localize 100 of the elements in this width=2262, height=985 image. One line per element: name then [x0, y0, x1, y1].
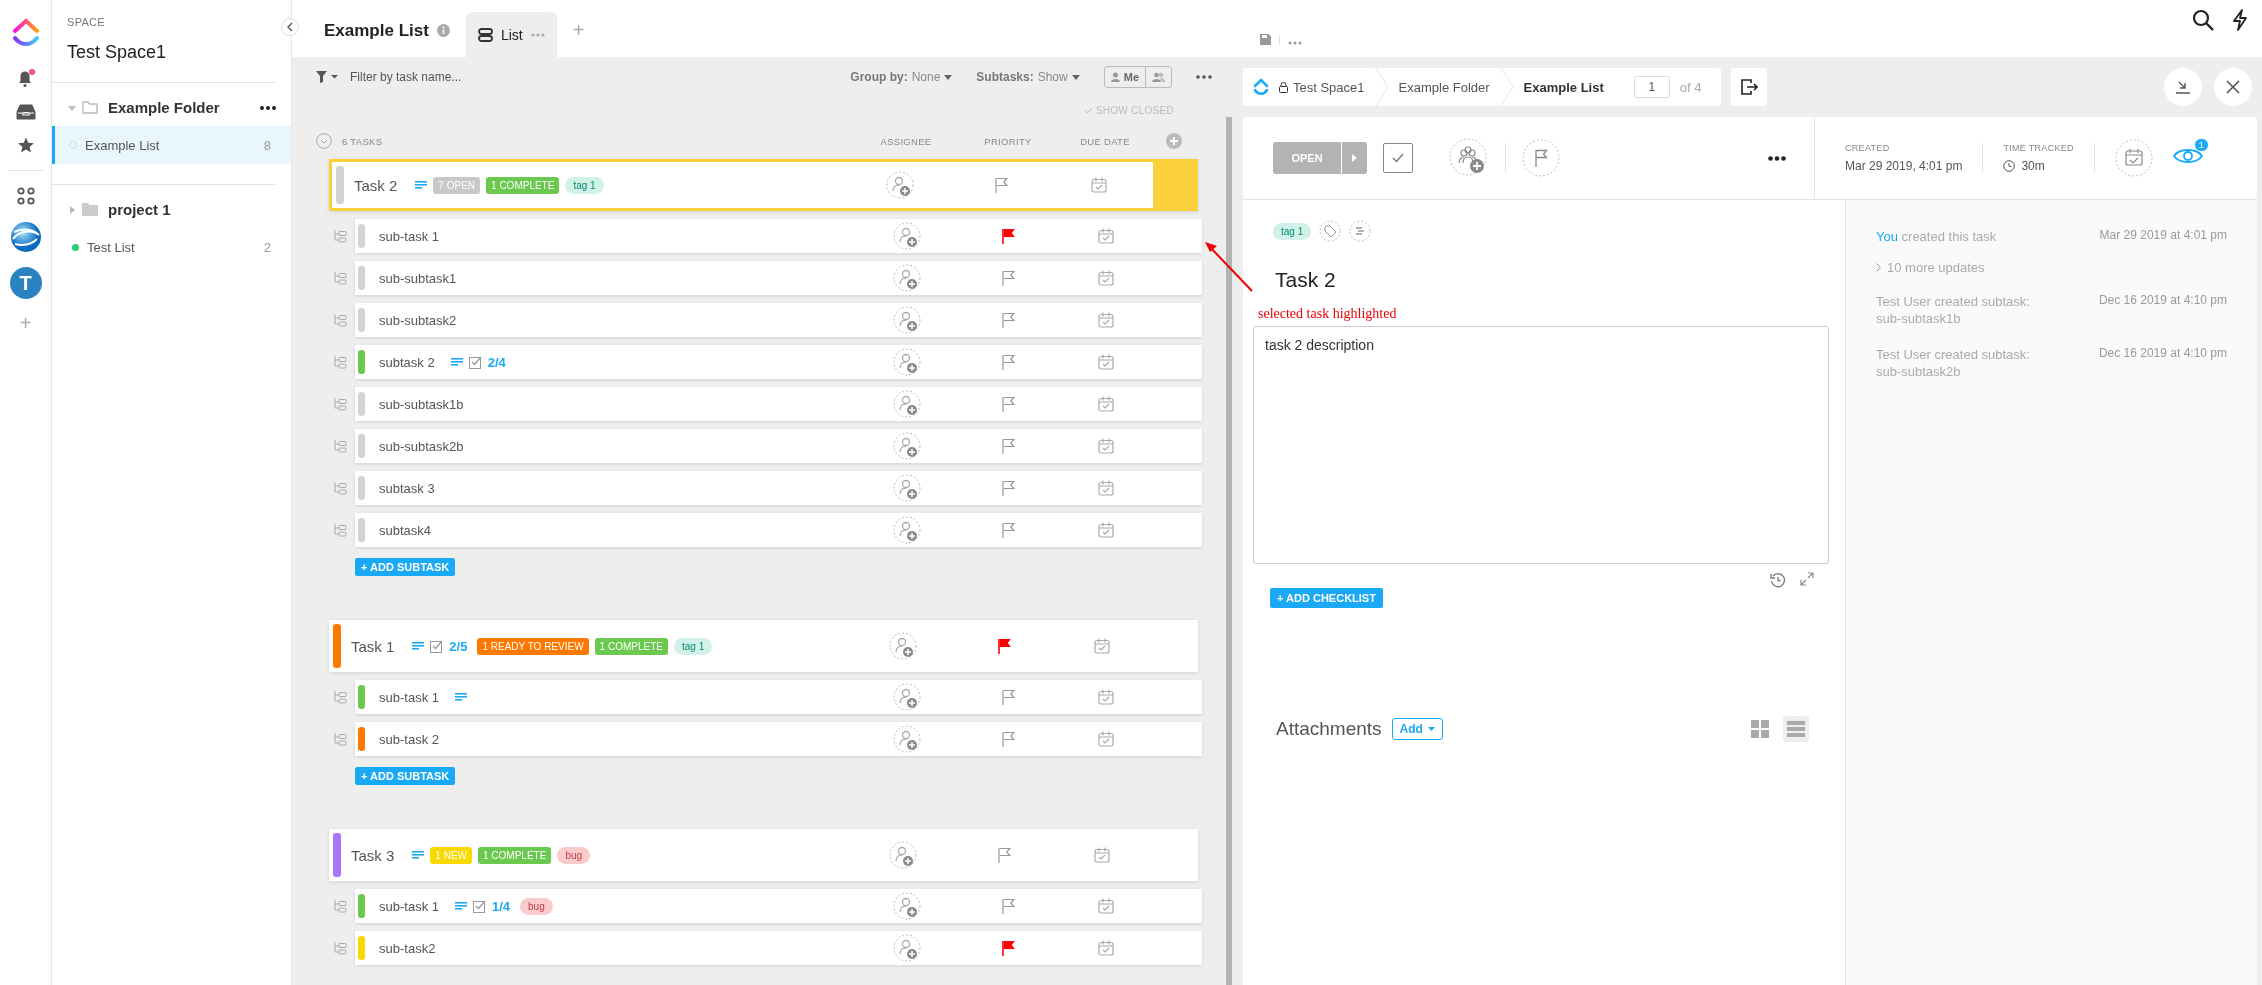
flag-icon[interactable] — [1002, 354, 1016, 370]
calendar-icon[interactable] — [1098, 898, 1114, 914]
filter-icon[interactable] — [316, 71, 338, 83]
folder-name[interactable]: Example Folder — [108, 99, 254, 116]
subtask-row[interactable]: sub-task 1 1/4 bug — [355, 889, 1202, 923]
subtask-row[interactable]: subtask 3 — [355, 471, 1202, 505]
add-assignee-icon[interactable] — [886, 171, 914, 199]
breadcrumb-link[interactable]: Example List — [1523, 79, 1604, 95]
lightning-icon[interactable] — [2232, 8, 2248, 31]
add-assignee-icon[interactable] — [893, 474, 921, 502]
subtask-name[interactable]: sub-task 2 — [379, 731, 439, 747]
flag-icon[interactable] — [1002, 312, 1016, 328]
save-icon[interactable] — [1260, 34, 1271, 45]
add-assignee-icon[interactable] — [889, 841, 917, 869]
group-by-dropdown[interactable]: Group by: None — [850, 70, 953, 84]
list-view-button[interactable] — [1783, 716, 1809, 742]
more-icon[interactable] — [260, 105, 276, 110]
calendar-icon[interactable] — [1098, 228, 1114, 244]
tag-label[interactable]: tag 1 — [673, 637, 713, 655]
sphere-icon[interactable] — [9, 221, 42, 253]
info-icon[interactable] — [436, 24, 450, 37]
tag-label[interactable]: bug — [520, 897, 553, 915]
breadcrumb-link[interactable]: Example Folder — [1398, 79, 1490, 95]
time-tracked-value[interactable]: 30m — [2021, 159, 2045, 173]
history-icon[interactable] — [1770, 572, 1786, 588]
filter-field[interactable]: Filter by task name... — [348, 69, 552, 85]
add-tag-icon[interactable] — [1319, 220, 1342, 242]
collapse-sidebar-button[interactable] — [281, 18, 299, 36]
calendar-icon[interactable] — [1094, 638, 1110, 654]
flag-icon[interactable] — [1002, 438, 1016, 454]
flag-icon[interactable] — [995, 177, 1009, 193]
calendar-icon[interactable] — [1098, 354, 1114, 370]
calendar-icon[interactable] — [1094, 847, 1110, 863]
scrollbar[interactable] — [1226, 117, 1232, 985]
subtask-name[interactable]: sub-task 1 — [379, 228, 439, 244]
subtask-row[interactable]: sub-subtask1 — [355, 261, 1202, 295]
more-icon[interactable] — [1196, 75, 1212, 79]
priority-flag-icon[interactable] — [1522, 139, 1560, 177]
add-assignee-icon[interactable] — [893, 222, 921, 250]
add-assignee-icon[interactable] — [893, 432, 921, 460]
flag-icon[interactable] — [1002, 522, 1016, 538]
subtask-row[interactable]: sub-task2 — [355, 931, 1202, 965]
calendar-icon[interactable] — [1098, 270, 1114, 286]
subtask-name[interactable]: sub-subtask1 — [379, 270, 457, 286]
task-name[interactable]: Task 3 — [351, 846, 395, 864]
flag-icon[interactable] — [998, 638, 1012, 654]
calendar-icon[interactable] — [1098, 396, 1114, 412]
calendar-icon[interactable] — [1098, 522, 1114, 538]
subtask-row[interactable]: sub-subtask2 — [355, 303, 1202, 337]
export-button[interactable] — [1731, 68, 1768, 106]
flag-icon[interactable] — [1002, 228, 1016, 244]
add-assignee-icon[interactable] — [893, 934, 921, 962]
flag-icon[interactable] — [1002, 480, 1016, 496]
subtask-name[interactable]: subtask4 — [379, 522, 432, 538]
calendar-icon[interactable] — [1098, 689, 1114, 705]
task-name[interactable]: Task 1 — [351, 637, 395, 655]
watch-icon[interactable] — [2172, 146, 2203, 166]
close-button[interactable] — [2214, 68, 2252, 106]
add-assignee-icon[interactable] — [893, 892, 921, 920]
apps-icon[interactable] — [16, 187, 35, 205]
task-title[interactable]: Task 2 — [1275, 268, 1829, 292]
subtask-icon[interactable] — [1349, 220, 1372, 242]
caret-icon[interactable] — [68, 205, 76, 214]
search-icon[interactable] — [2192, 8, 2214, 31]
subtask-row[interactable]: sub-subtask1b — [355, 387, 1202, 421]
subtask-name[interactable]: sub-subtask2b — [379, 438, 464, 454]
add-assignee-icon[interactable] — [893, 516, 921, 544]
flag-icon[interactable] — [1002, 898, 1016, 914]
task-card[interactable]: Task 1 2/5 1 READY TO REVIEW 1 COMPLETE tag 1 — [329, 620, 1198, 672]
flag-icon[interactable] — [1002, 270, 1016, 286]
collapse-group-icon[interactable] — [316, 133, 332, 149]
add-assignee-icon[interactable] — [889, 632, 917, 660]
sidebar-list-item[interactable]: Test List 2 — [52, 228, 291, 266]
subtask-name[interactable]: sub-task 1 — [379, 689, 439, 705]
expand-icon[interactable] — [1800, 572, 1814, 586]
task-card[interactable]: Task 3 1 NEW 1 COMPLETE bug — [329, 829, 1198, 881]
space-name[interactable]: Test Space1 — [52, 28, 291, 82]
subtask-name[interactable]: sub-task2 — [379, 940, 436, 956]
breadcrumb-link[interactable]: Test Space1 — [1293, 79, 1365, 95]
calendar-icon[interactable] — [1098, 940, 1114, 956]
calendar-icon[interactable] — [1091, 177, 1107, 193]
subtask-row[interactable]: sub-task 2 — [355, 722, 1202, 756]
calendar-icon[interactable] — [1098, 312, 1114, 328]
calendar-icon[interactable] — [1098, 438, 1114, 454]
folder-name[interactable]: project 1 — [108, 201, 276, 218]
page-number-field[interactable]: 1 — [1633, 76, 1670, 98]
caret-icon[interactable] — [68, 103, 76, 112]
inbox-icon[interactable] — [15, 104, 36, 120]
flag-icon[interactable] — [1002, 689, 1016, 705]
subtask-row[interactable]: subtask4 — [355, 513, 1202, 547]
add-assignee-icon[interactable] — [1449, 138, 1489, 178]
task-name[interactable]: Task 2 — [354, 176, 398, 194]
add-assignee-icon[interactable] — [893, 264, 921, 292]
add-assignee-icon[interactable] — [893, 683, 921, 711]
subtask-name[interactable]: sub-subtask1b — [379, 396, 464, 412]
flag-icon[interactable] — [1002, 940, 1016, 956]
more-icon[interactable] — [1768, 155, 1786, 161]
view-tab[interactable]: List — [465, 12, 557, 57]
tag-label[interactable]: tag 1 — [1273, 222, 1312, 240]
user-avatar[interactable]: T — [9, 267, 42, 299]
